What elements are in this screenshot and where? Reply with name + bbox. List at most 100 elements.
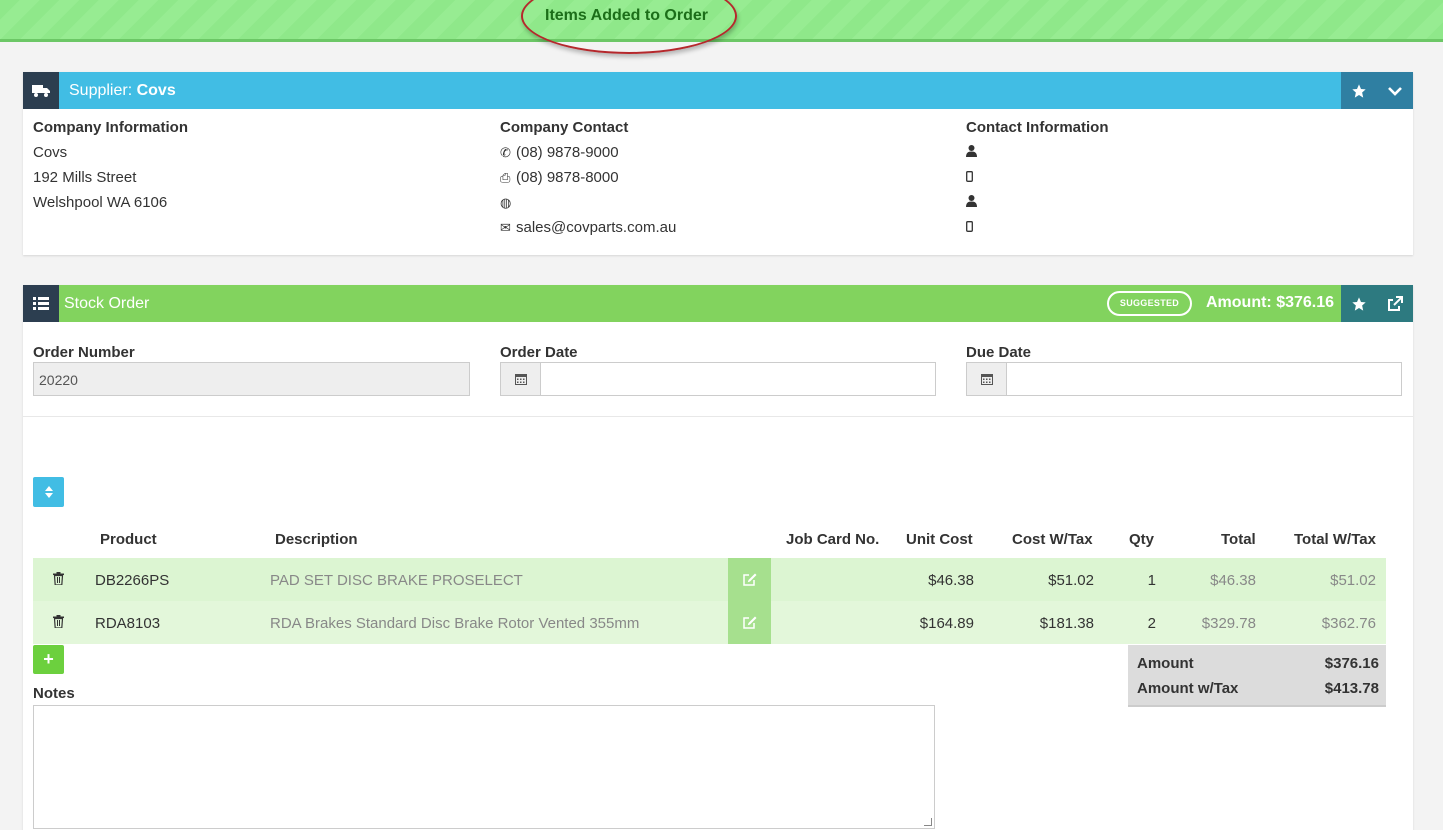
amount-with-tax-label: Amount w/Tax bbox=[1137, 680, 1239, 697]
contact-information-heading: Contact Information bbox=[966, 119, 1109, 136]
supplier-panel: Supplier: Covs Company Information Covs … bbox=[23, 72, 1413, 255]
company-information: Company Information Covs 192 Mills Stree… bbox=[33, 119, 188, 219]
amount-with-tax-value: $413.78 bbox=[1324, 680, 1379, 697]
unit-cost: $46.38 bbox=[928, 572, 974, 589]
calendar-icon[interactable] bbox=[501, 363, 541, 395]
product-code: RDA8103 bbox=[95, 615, 161, 632]
company-contact-heading: Company Contact bbox=[500, 119, 629, 136]
supplier-title-prefix: Supplier: bbox=[69, 82, 137, 99]
trash-icon[interactable] bbox=[53, 572, 64, 588]
fax-row: ⎙ (08) 9878-8000 bbox=[500, 169, 676, 194]
calendar-icon[interactable] bbox=[967, 363, 1007, 395]
stock-order-title: Stock Order bbox=[64, 295, 150, 312]
order-number-field: 20220 bbox=[33, 362, 470, 396]
column-header-cost-wtax: Cost W/Tax bbox=[1012, 531, 1093, 548]
status-badge: SUGGESTED bbox=[1107, 291, 1192, 316]
stock-order-header: Stock Order SUGGESTED Amount: $376.16 bbox=[23, 285, 1413, 322]
contact-mobile-row-2 bbox=[966, 219, 1109, 244]
mobile-icon bbox=[966, 219, 982, 236]
contact-person-row bbox=[966, 144, 1109, 169]
cost-with-tax: $51.02 bbox=[1048, 572, 1094, 589]
supplier-name: Covs bbox=[136, 82, 176, 99]
line-total-with-tax: $51.02 bbox=[1330, 572, 1376, 589]
order-totals: Amount $376.16 Amount w/Tax $413.78 bbox=[1128, 645, 1386, 707]
company-information-heading: Company Information bbox=[33, 119, 189, 136]
table-row: DB2266PS PAD SET DISC BRAKE PROSELECT $4… bbox=[33, 558, 1386, 601]
phone-number: (08) 9878-9000 bbox=[516, 144, 619, 161]
order-number-value: 20220 bbox=[39, 372, 78, 388]
edit-row-button[interactable] bbox=[728, 601, 771, 644]
product-code: DB2266PS bbox=[95, 572, 170, 589]
due-date-field[interactable] bbox=[966, 362, 1402, 396]
line-total-with-tax: $362.76 bbox=[1321, 615, 1376, 632]
column-header-qty: Qty bbox=[1129, 531, 1155, 548]
email-address[interactable]: sales@covparts.com.au bbox=[516, 219, 676, 236]
column-header-description: Description bbox=[275, 531, 358, 548]
order-date-label: Order Date bbox=[500, 344, 578, 361]
amount-label: Amount bbox=[1137, 655, 1194, 672]
quantity[interactable]: 2 bbox=[1123, 615, 1156, 632]
edit-icon bbox=[742, 573, 756, 586]
envelope-icon: ✉ bbox=[500, 220, 511, 235]
fax-number: (08) 9878-8000 bbox=[516, 169, 619, 186]
add-item-button[interactable]: + bbox=[33, 645, 64, 674]
notification-banner: Items Added to Order bbox=[0, 0, 1443, 54]
phone-icon: ✆ bbox=[500, 145, 511, 160]
trash-icon[interactable] bbox=[53, 615, 64, 631]
notes-textarea[interactable] bbox=[33, 705, 935, 829]
column-header-product: Product bbox=[100, 531, 157, 548]
edit-icon bbox=[742, 616, 756, 629]
edit-row-button[interactable] bbox=[728, 558, 771, 601]
notes-label: Notes bbox=[33, 685, 75, 702]
quantity[interactable]: 1 bbox=[1123, 572, 1156, 589]
company-address-line2: Welshpool WA 6106 bbox=[33, 194, 168, 211]
user-icon bbox=[966, 144, 982, 161]
cost-with-tax: $181.38 bbox=[1039, 615, 1094, 632]
column-header-unit-cost: Unit Cost bbox=[906, 531, 973, 548]
contact-mobile-row bbox=[966, 169, 1109, 194]
open-external-button[interactable] bbox=[1377, 285, 1413, 322]
order-number-label: Order Number bbox=[33, 344, 135, 361]
column-header-job-card: Job Card No. bbox=[786, 531, 880, 548]
collapse-supplier-button[interactable] bbox=[1377, 72, 1413, 109]
user-icon bbox=[966, 194, 982, 211]
company-address-line1: 192 Mills Street bbox=[33, 169, 137, 186]
star-icon bbox=[1352, 83, 1366, 98]
list-icon bbox=[23, 285, 59, 322]
order-amount: Amount: $376.16 bbox=[1206, 294, 1335, 311]
contact-person-row-2 bbox=[966, 194, 1109, 219]
print-icon: ⎙ bbox=[500, 170, 511, 185]
favorite-supplier-button[interactable] bbox=[1341, 72, 1377, 109]
globe-icon: ◍ bbox=[500, 195, 512, 210]
product-description: RDA Brakes Standard Disc Brake Rotor Ven… bbox=[270, 615, 640, 632]
unit-cost: $164.89 bbox=[919, 615, 974, 632]
supplier-panel-header: Supplier: Covs bbox=[23, 72, 1413, 109]
email-row: ✉ sales@covparts.com.au bbox=[500, 219, 676, 244]
external-link-icon bbox=[1388, 295, 1403, 311]
company-contact: Company Contact ✆ (08) 9878-9000 ⎙ (08) 98… bbox=[500, 119, 676, 244]
supplier-title: Supplier: Covs bbox=[69, 82, 176, 100]
mobile-icon bbox=[966, 169, 982, 186]
company-name: Covs bbox=[33, 144, 68, 161]
stock-order-panel: Stock Order SUGGESTED Amount: $376.16 Or… bbox=[23, 285, 1413, 830]
website-row: ◍ bbox=[500, 194, 676, 219]
sort-icon bbox=[44, 486, 53, 498]
column-header-total: Total bbox=[1221, 531, 1256, 548]
table-row: RDA8103 RDA Brakes Standard Disc Brake R… bbox=[33, 601, 1386, 644]
line-total: $46.38 bbox=[1210, 572, 1256, 589]
sort-button[interactable] bbox=[33, 477, 64, 507]
contact-information: Contact Information bbox=[966, 119, 1109, 244]
chevron-down-icon bbox=[1388, 86, 1402, 96]
highlight-annotation bbox=[521, 0, 737, 54]
truck-icon bbox=[23, 72, 59, 109]
product-description: PAD SET DISC BRAKE PROSELECT bbox=[270, 572, 523, 589]
due-date-label: Due Date bbox=[966, 344, 1032, 361]
section-divider bbox=[23, 416, 1413, 417]
resize-handle[interactable] bbox=[924, 818, 932, 826]
favorite-order-button[interactable] bbox=[1341, 285, 1377, 322]
amount-value: $376.16 bbox=[1324, 655, 1379, 672]
order-date-field[interactable] bbox=[500, 362, 936, 396]
line-total: $329.78 bbox=[1201, 615, 1256, 632]
phone-row: ✆ (08) 9878-9000 bbox=[500, 144, 676, 169]
star-icon bbox=[1352, 296, 1366, 311]
